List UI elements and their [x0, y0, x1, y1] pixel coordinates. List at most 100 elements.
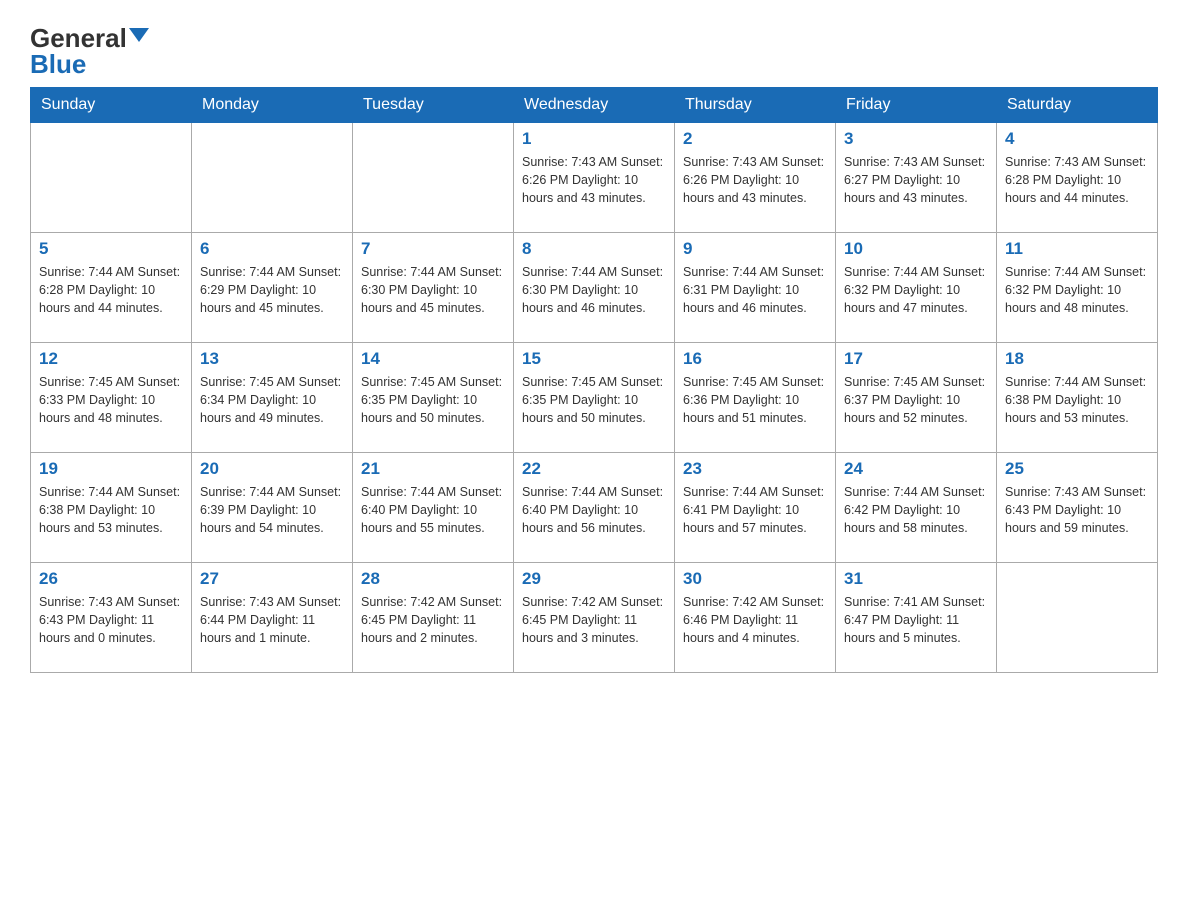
header-tuesday: Tuesday — [353, 88, 514, 123]
day-number: 25 — [1005, 459, 1149, 479]
day-info: Sunrise: 7:44 AM Sunset: 6:38 PM Dayligh… — [1005, 373, 1149, 427]
day-info: Sunrise: 7:43 AM Sunset: 6:43 PM Dayligh… — [39, 593, 183, 647]
day-info: Sunrise: 7:44 AM Sunset: 6:30 PM Dayligh… — [361, 263, 505, 317]
day-info: Sunrise: 7:44 AM Sunset: 6:38 PM Dayligh… — [39, 483, 183, 537]
day-number: 14 — [361, 349, 505, 369]
calendar-cell: 13 Sunrise: 7:45 AM Sunset: 6:34 PM Dayli… — [192, 343, 353, 453]
calendar-cell: 24 Sunrise: 7:44 AM Sunset: 6:42 PM Dayli… — [836, 453, 997, 563]
header-wednesday: Wednesday — [514, 88, 675, 123]
day-number: 13 — [200, 349, 344, 369]
day-info: Sunrise: 7:43 AM Sunset: 6:26 PM Dayligh… — [683, 153, 827, 207]
calendar-week-row: 1 Sunrise: 7:43 AM Sunset: 6:26 PM Daylig… — [31, 123, 1158, 233]
day-info: Sunrise: 7:43 AM Sunset: 6:28 PM Dayligh… — [1005, 153, 1149, 207]
calendar-cell: 22Sunrise: 7:44 AM Sunset: 6:40 PM Dayli… — [514, 453, 675, 563]
day-number: 24 — [844, 459, 988, 479]
day-number: 17 — [844, 349, 988, 369]
day-number: 5 — [39, 239, 183, 259]
day-info: Sunrise: 7:45 AM Sunset: 6:35 PM Dayligh… — [522, 373, 666, 427]
day-number: 23 — [683, 459, 827, 479]
header-friday: Friday — [836, 88, 997, 123]
calendar-cell: 10Sunrise: 7:44 AM Sunset: 6:32 PM Dayli… — [836, 233, 997, 343]
calendar-cell: 3 Sunrise: 7:43 AM Sunset: 6:27 PM Daylig… — [836, 123, 997, 233]
calendar-cell: 15 Sunrise: 7:45 AM Sunset: 6:35 PM Dayli… — [514, 343, 675, 453]
day-info: Sunrise: 7:44 AM Sunset: 6:40 PM Dayligh… — [522, 483, 666, 537]
header-sunday: Sunday — [31, 88, 192, 123]
calendar-week-row: 5 Sunrise: 7:44 AM Sunset: 6:28 PM Daylig… — [31, 233, 1158, 343]
day-number: 8 — [522, 239, 666, 259]
calendar-cell: 17 Sunrise: 7:45 AM Sunset: 6:37 PM Dayli… — [836, 343, 997, 453]
calendar-cell: 27Sunrise: 7:43 AM Sunset: 6:44 PM Dayli… — [192, 563, 353, 673]
day-info: Sunrise: 7:43 AM Sunset: 6:43 PM Dayligh… — [1005, 483, 1149, 537]
day-number: 15 — [522, 349, 666, 369]
day-info: Sunrise: 7:44 AM Sunset: 6:42 PM Dayligh… — [844, 483, 988, 537]
day-number: 11 — [1005, 239, 1149, 259]
day-number: 20 — [200, 459, 344, 479]
calendar-cell: 8 Sunrise: 7:44 AM Sunset: 6:30 PM Daylig… — [514, 233, 675, 343]
calendar-cell — [192, 123, 353, 233]
calendar-week-row: 26 Sunrise: 7:43 AM Sunset: 6:43 PM Dayli… — [31, 563, 1158, 673]
calendar-cell: 6 Sunrise: 7:44 AM Sunset: 6:29 PM Daylig… — [192, 233, 353, 343]
calendar-cell: 21 Sunrise: 7:44 AM Sunset: 6:40 PM Dayli… — [353, 453, 514, 563]
day-number: 9 — [683, 239, 827, 259]
day-number: 30 — [683, 569, 827, 589]
calendar-cell: 9 Sunrise: 7:44 AM Sunset: 6:31 PM Daylig… — [675, 233, 836, 343]
page-header: General Blue — [30, 20, 1158, 77]
day-number: 21 — [361, 459, 505, 479]
calendar-cell: 5 Sunrise: 7:44 AM Sunset: 6:28 PM Daylig… — [31, 233, 192, 343]
logo-text-black: General — [30, 25, 127, 51]
calendar-cell: 11 Sunrise: 7:44 AM Sunset: 6:32 PM Dayli… — [997, 233, 1158, 343]
day-info: Sunrise: 7:44 AM Sunset: 6:39 PM Dayligh… — [200, 483, 344, 537]
day-number: 19 — [39, 459, 183, 479]
day-info: Sunrise: 7:42 AM Sunset: 6:45 PM Dayligh… — [361, 593, 505, 647]
day-info: Sunrise: 7:45 AM Sunset: 6:34 PM Dayligh… — [200, 373, 344, 427]
day-info: Sunrise: 7:44 AM Sunset: 6:30 PM Dayligh… — [522, 263, 666, 317]
day-number: 28 — [361, 569, 505, 589]
calendar-cell: 25 Sunrise: 7:43 AM Sunset: 6:43 PM Dayli… — [997, 453, 1158, 563]
day-number: 18 — [1005, 349, 1149, 369]
calendar-cell: 30Sunrise: 7:42 AM Sunset: 6:46 PM Dayli… — [675, 563, 836, 673]
calendar-cell: 1 Sunrise: 7:43 AM Sunset: 6:26 PM Daylig… — [514, 123, 675, 233]
calendar-header-row: SundayMondayTuesdayWednesdayThursdayFrid… — [31, 88, 1158, 123]
day-info: Sunrise: 7:45 AM Sunset: 6:36 PM Dayligh… — [683, 373, 827, 427]
calendar-table: SundayMondayTuesdayWednesdayThursdayFrid… — [30, 87, 1158, 673]
logo-triangle-icon — [129, 28, 149, 42]
calendar-cell: 31 Sunrise: 7:41 AM Sunset: 6:47 PM Dayli… — [836, 563, 997, 673]
day-info: Sunrise: 7:45 AM Sunset: 6:33 PM Dayligh… — [39, 373, 183, 427]
calendar-cell: 7 Sunrise: 7:44 AM Sunset: 6:30 PM Daylig… — [353, 233, 514, 343]
day-number: 29 — [522, 569, 666, 589]
calendar-week-row: 19 Sunrise: 7:44 AM Sunset: 6:38 PM Dayli… — [31, 453, 1158, 563]
day-info: Sunrise: 7:44 AM Sunset: 6:29 PM Dayligh… — [200, 263, 344, 317]
day-number: 1 — [522, 129, 666, 149]
day-number: 12 — [39, 349, 183, 369]
day-info: Sunrise: 7:44 AM Sunset: 6:32 PM Dayligh… — [1005, 263, 1149, 317]
header-monday: Monday — [192, 88, 353, 123]
day-info: Sunrise: 7:43 AM Sunset: 6:27 PM Dayligh… — [844, 153, 988, 207]
calendar-cell: 16 Sunrise: 7:45 AM Sunset: 6:36 PM Dayli… — [675, 343, 836, 453]
header-saturday: Saturday — [997, 88, 1158, 123]
day-number: 4 — [1005, 129, 1149, 149]
calendar-cell: 20 Sunrise: 7:44 AM Sunset: 6:39 PM Dayli… — [192, 453, 353, 563]
day-info: Sunrise: 7:44 AM Sunset: 6:31 PM Dayligh… — [683, 263, 827, 317]
day-number: 16 — [683, 349, 827, 369]
calendar-cell: 26 Sunrise: 7:43 AM Sunset: 6:43 PM Dayli… — [31, 563, 192, 673]
day-number: 3 — [844, 129, 988, 149]
day-number: 7 — [361, 239, 505, 259]
day-number: 2 — [683, 129, 827, 149]
calendar-cell: 12 Sunrise: 7:45 AM Sunset: 6:33 PM Dayli… — [31, 343, 192, 453]
day-info: Sunrise: 7:44 AM Sunset: 6:40 PM Dayligh… — [361, 483, 505, 537]
calendar-cell: 23Sunrise: 7:44 AM Sunset: 6:41 PM Dayli… — [675, 453, 836, 563]
day-info: Sunrise: 7:43 AM Sunset: 6:26 PM Dayligh… — [522, 153, 666, 207]
calendar-cell — [997, 563, 1158, 673]
calendar-cell: 29Sunrise: 7:42 AM Sunset: 6:45 PM Dayli… — [514, 563, 675, 673]
day-info: Sunrise: 7:44 AM Sunset: 6:28 PM Dayligh… — [39, 263, 183, 317]
calendar-cell: 14 Sunrise: 7:45 AM Sunset: 6:35 PM Dayli… — [353, 343, 514, 453]
day-info: Sunrise: 7:45 AM Sunset: 6:35 PM Dayligh… — [361, 373, 505, 427]
logo: General Blue — [30, 20, 149, 77]
day-info: Sunrise: 7:41 AM Sunset: 6:47 PM Dayligh… — [844, 593, 988, 647]
day-info: Sunrise: 7:45 AM Sunset: 6:37 PM Dayligh… — [844, 373, 988, 427]
day-number: 26 — [39, 569, 183, 589]
day-number: 6 — [200, 239, 344, 259]
day-number: 31 — [844, 569, 988, 589]
calendar-cell: 18 Sunrise: 7:44 AM Sunset: 6:38 PM Dayli… — [997, 343, 1158, 453]
calendar-cell: 19 Sunrise: 7:44 AM Sunset: 6:38 PM Dayli… — [31, 453, 192, 563]
